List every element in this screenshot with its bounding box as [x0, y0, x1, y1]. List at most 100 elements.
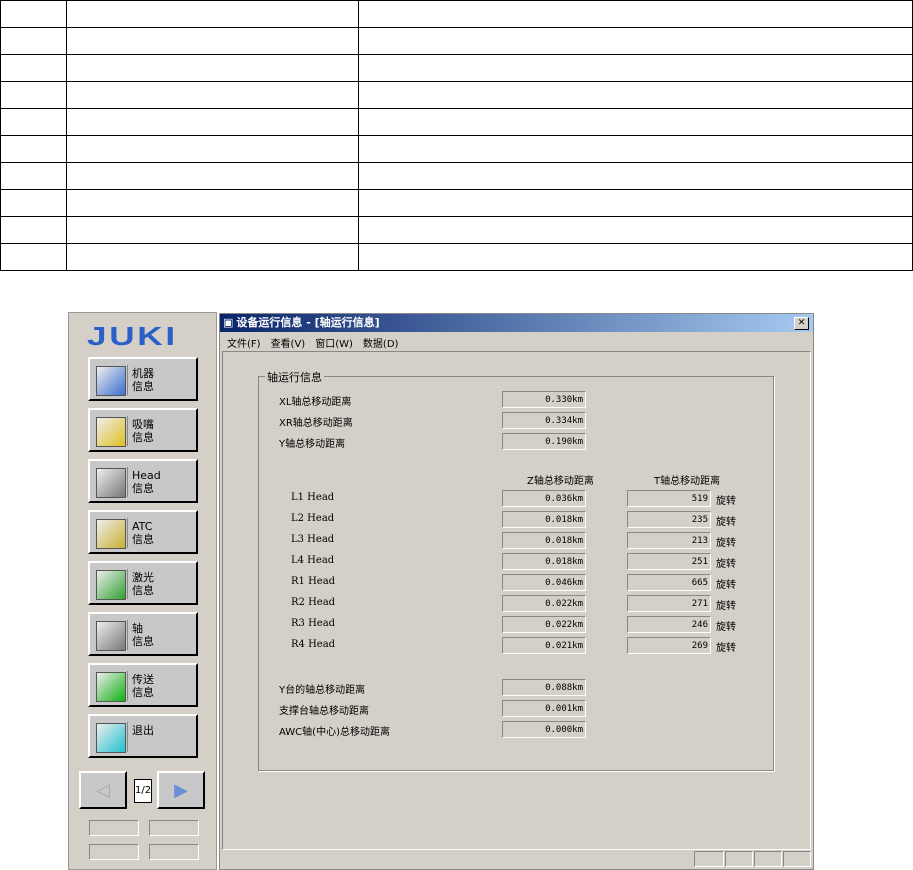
table-cell — [358, 81, 913, 109]
axis-info-window: ▣ 设备运行信息 - [轴运行信息] ✕ 文件(F) 查看(V) 窗口(W) 数据(D)… — [219, 313, 814, 870]
axis-info-button[interactable]: 轴 信息 — [88, 612, 198, 656]
menu-data[interactable]: 数据(D) — [363, 339, 399, 350]
button-label: 传送 信息 — [132, 673, 154, 699]
table-cell — [358, 27, 913, 55]
exit-door-button[interactable]: 退出 — [88, 714, 198, 758]
t-rotation-field: 519 — [627, 490, 711, 507]
prev-page-button[interactable]: ◁ — [79, 771, 127, 809]
head-label: R2 Head — [291, 597, 336, 608]
head-info-button[interactable]: Head 信息 — [88, 459, 198, 503]
status-pane — [725, 851, 753, 867]
divider — [127, 569, 128, 599]
table-cell — [65, 189, 360, 217]
axis-label: Y轴总移动距离 — [279, 439, 346, 450]
table-cell — [65, 27, 360, 55]
z-distance-field: 0.022km — [502, 595, 586, 612]
next-page-button[interactable]: ▶ — [157, 771, 205, 809]
atc-info-icon — [96, 519, 126, 549]
table-row — [0, 162, 913, 190]
axis-label: 支撑台轴总移动距离 — [279, 706, 369, 717]
table-row — [0, 108, 913, 136]
conveyor-info-icon — [96, 672, 126, 702]
table-cell — [0, 162, 67, 190]
table-cell — [358, 0, 913, 28]
atc-info-button[interactable]: ATC 信息 — [88, 510, 198, 554]
table-cell — [0, 54, 67, 82]
head-label: R4 Head — [291, 639, 336, 650]
menu-window[interactable]: 窗口(W) — [315, 339, 353, 350]
t-rotation-field: 271 — [627, 595, 711, 612]
head-info-icon — [96, 468, 126, 498]
app-icon: ▣ — [223, 316, 234, 329]
table-row — [0, 189, 913, 217]
table-cell — [0, 81, 67, 109]
table-cell — [65, 162, 360, 190]
title-bar: ▣ 设备运行信息 - [轴运行信息] ✕ — [220, 314, 813, 332]
group-title: 轴运行信息 — [265, 369, 324, 385]
button-label: 轴 信息 — [132, 622, 154, 648]
rotation-unit: 旋转 — [716, 622, 736, 633]
rotation-unit: 旋转 — [716, 517, 736, 528]
head-label: R1 Head — [291, 576, 336, 587]
button-label: 机器 信息 — [132, 367, 154, 393]
table-cell — [358, 162, 913, 190]
button-label: ATC 信息 — [132, 520, 154, 546]
head-label: L1 Head — [291, 492, 335, 503]
menu-bar: 文件(F) 查看(V) 窗口(W) 数据(D) — [227, 335, 408, 350]
table-cell — [65, 54, 360, 82]
divider — [127, 467, 128, 497]
rotation-unit: 旋转 — [716, 559, 736, 570]
menu-file[interactable]: 文件(F) — [227, 339, 261, 350]
divider — [127, 671, 128, 701]
head-label: L3 Head — [291, 534, 335, 545]
table-cell — [0, 135, 67, 163]
exit-door-icon — [96, 723, 126, 753]
table-row — [0, 27, 913, 55]
left-arrow-icon: ◁ — [96, 779, 110, 801]
axis-distance-field: 0.001km — [502, 700, 586, 717]
table-cell — [0, 243, 67, 271]
axis-distance-field: 0.000km — [502, 721, 586, 738]
axis-distance-field: 0.330km — [502, 391, 586, 408]
table-cell — [65, 81, 360, 109]
t-rotation-field: 213 — [627, 532, 711, 549]
table-cell — [65, 108, 360, 136]
machine-info-button[interactable]: 机器 信息 — [88, 357, 198, 401]
axis-label: XL轴总移动距离 — [279, 397, 352, 408]
axis-distance-field: 0.088km — [502, 679, 586, 696]
z-distance-field: 0.022km — [502, 616, 586, 633]
table-cell — [358, 243, 913, 271]
left-panel: JUKI 机器 信息 吸嘴 信息 Head 信息 ATC 信息 激光 信息 轴 … — [68, 312, 217, 870]
table-cell — [0, 27, 67, 55]
status-pane — [754, 851, 782, 867]
menu-view[interactable]: 查看(V) — [271, 339, 306, 350]
nozzle-info-icon — [96, 417, 126, 447]
status-cell — [149, 844, 199, 860]
rotation-unit: 旋转 — [716, 601, 736, 612]
close-button[interactable]: ✕ — [794, 317, 809, 330]
t-rotation-field: 246 — [627, 616, 711, 633]
t-rotation-field: 235 — [627, 511, 711, 528]
table-cell — [65, 135, 360, 163]
table-cell — [65, 243, 360, 271]
table-cell — [0, 189, 67, 217]
conveyor-info-button[interactable]: 传送 信息 — [88, 663, 198, 707]
axis-distance-field: 0.334km — [502, 412, 586, 429]
table-cell — [358, 54, 913, 82]
page-indicator: 1/2 — [134, 779, 152, 803]
table-cell — [358, 108, 913, 136]
z-column-header: Z轴总移动距离 — [527, 476, 594, 487]
rotation-unit: 旋转 — [716, 538, 736, 549]
rotation-unit: 旋转 — [716, 643, 736, 654]
table-cell — [0, 0, 67, 28]
table-cell — [0, 216, 67, 244]
z-distance-field: 0.018km — [502, 511, 586, 528]
nozzle-info-button[interactable]: 吸嘴 信息 — [88, 408, 198, 452]
z-distance-field: 0.021km — [502, 637, 586, 654]
status-pane — [694, 851, 724, 867]
divider — [127, 620, 128, 650]
status-cell — [89, 820, 139, 836]
axis-info-icon — [96, 621, 126, 651]
laser-info-button[interactable]: 激光 信息 — [88, 561, 198, 605]
button-label: Head 信息 — [132, 469, 161, 495]
